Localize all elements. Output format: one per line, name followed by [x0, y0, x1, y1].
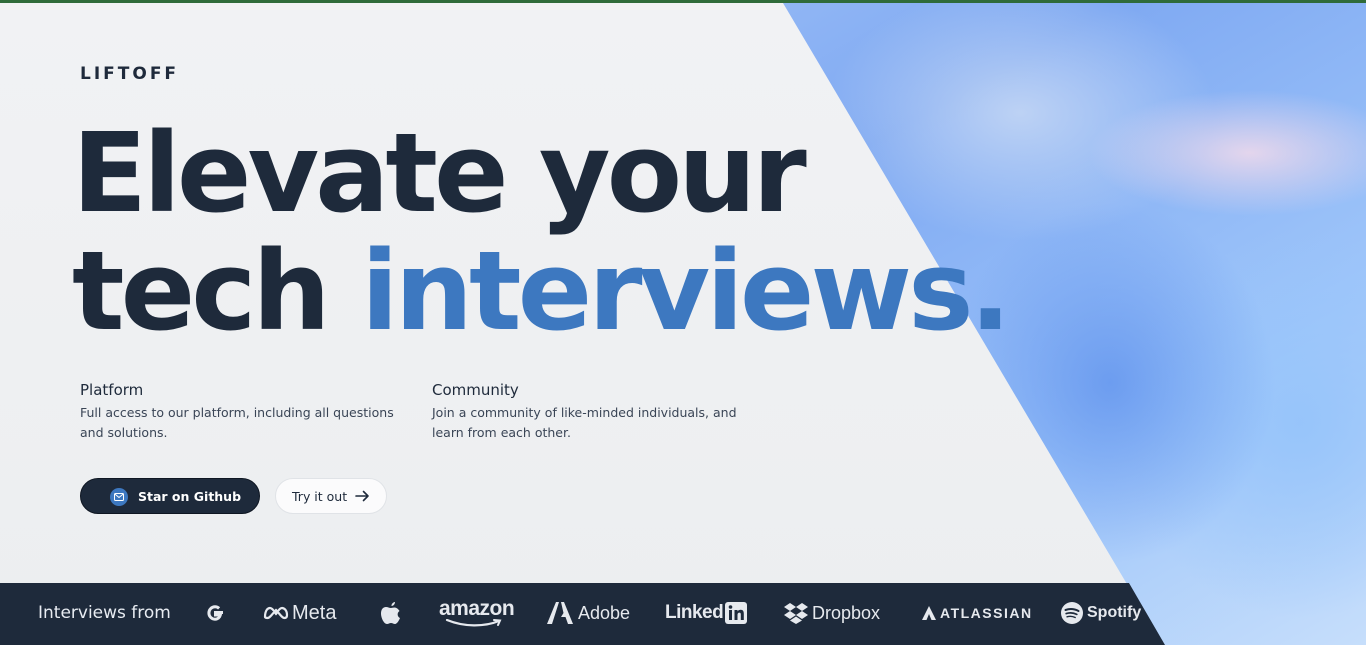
linkedin-wordmark: Linked — [665, 602, 724, 623]
feature-title: Platform — [80, 381, 144, 399]
companies-label: Interviews from — [38, 603, 171, 623]
arrow-right-icon — [355, 490, 369, 502]
amazon-wordmark: amazon — [439, 597, 515, 620]
adobe-logo: Adobe — [547, 599, 630, 627]
atlassian-wordmark: ATLASSIAN — [940, 605, 1033, 621]
brand-logo[interactable]: LIFTOFF — [80, 64, 179, 84]
feature-description: Join a community of like-minded individu… — [432, 405, 737, 440]
try-it-out-button[interactable]: Try it out — [275, 478, 387, 514]
headline-line2-accent: interviews. — [361, 227, 1011, 355]
dropbox-icon — [784, 603, 808, 624]
feature-title: Community — [432, 381, 519, 399]
try-it-out-label: Try it out — [292, 488, 348, 504]
mail-icon — [110, 488, 128, 506]
feature-platform: Platform Full access to our platform, in… — [80, 381, 410, 443]
linkedin-icon — [725, 602, 748, 624]
adobe-icon — [547, 602, 573, 624]
meta-wordmark: Meta — [292, 601, 337, 624]
meta-icon — [263, 606, 289, 620]
adobe-wordmark: Adobe — [578, 602, 631, 623]
headline-line1: Elevate your — [72, 109, 807, 237]
meta-logo: Meta — [262, 599, 336, 627]
star-on-github-button[interactable]: Star on Github — [80, 478, 260, 514]
linkedin-logo: Linked — [665, 599, 748, 627]
feature-community: Community Join a community of like-minde… — [432, 381, 762, 443]
atlassian-icon — [922, 606, 936, 620]
headline: Elevate your tech interviews. — [72, 114, 1011, 350]
atlassian-logo: ATLASSIAN — [922, 599, 1033, 627]
amazon-logo: amazon — [439, 597, 515, 627]
spotify-logo: Spotify — [1060, 599, 1141, 627]
headline-line2-plain: tech — [72, 227, 361, 355]
apple-icon — [380, 599, 402, 627]
feature-description: Full access to our platform, including a… — [80, 405, 394, 440]
google-icon — [203, 599, 227, 627]
spotify-wordmark: Spotify — [1087, 604, 1142, 621]
star-on-github-label: Star on Github — [138, 488, 242, 504]
amazon-icon — [445, 619, 502, 627]
dropbox-wordmark: Dropbox — [812, 602, 881, 623]
spotify-icon — [1061, 602, 1083, 624]
dropbox-logo: Dropbox — [784, 599, 880, 627]
